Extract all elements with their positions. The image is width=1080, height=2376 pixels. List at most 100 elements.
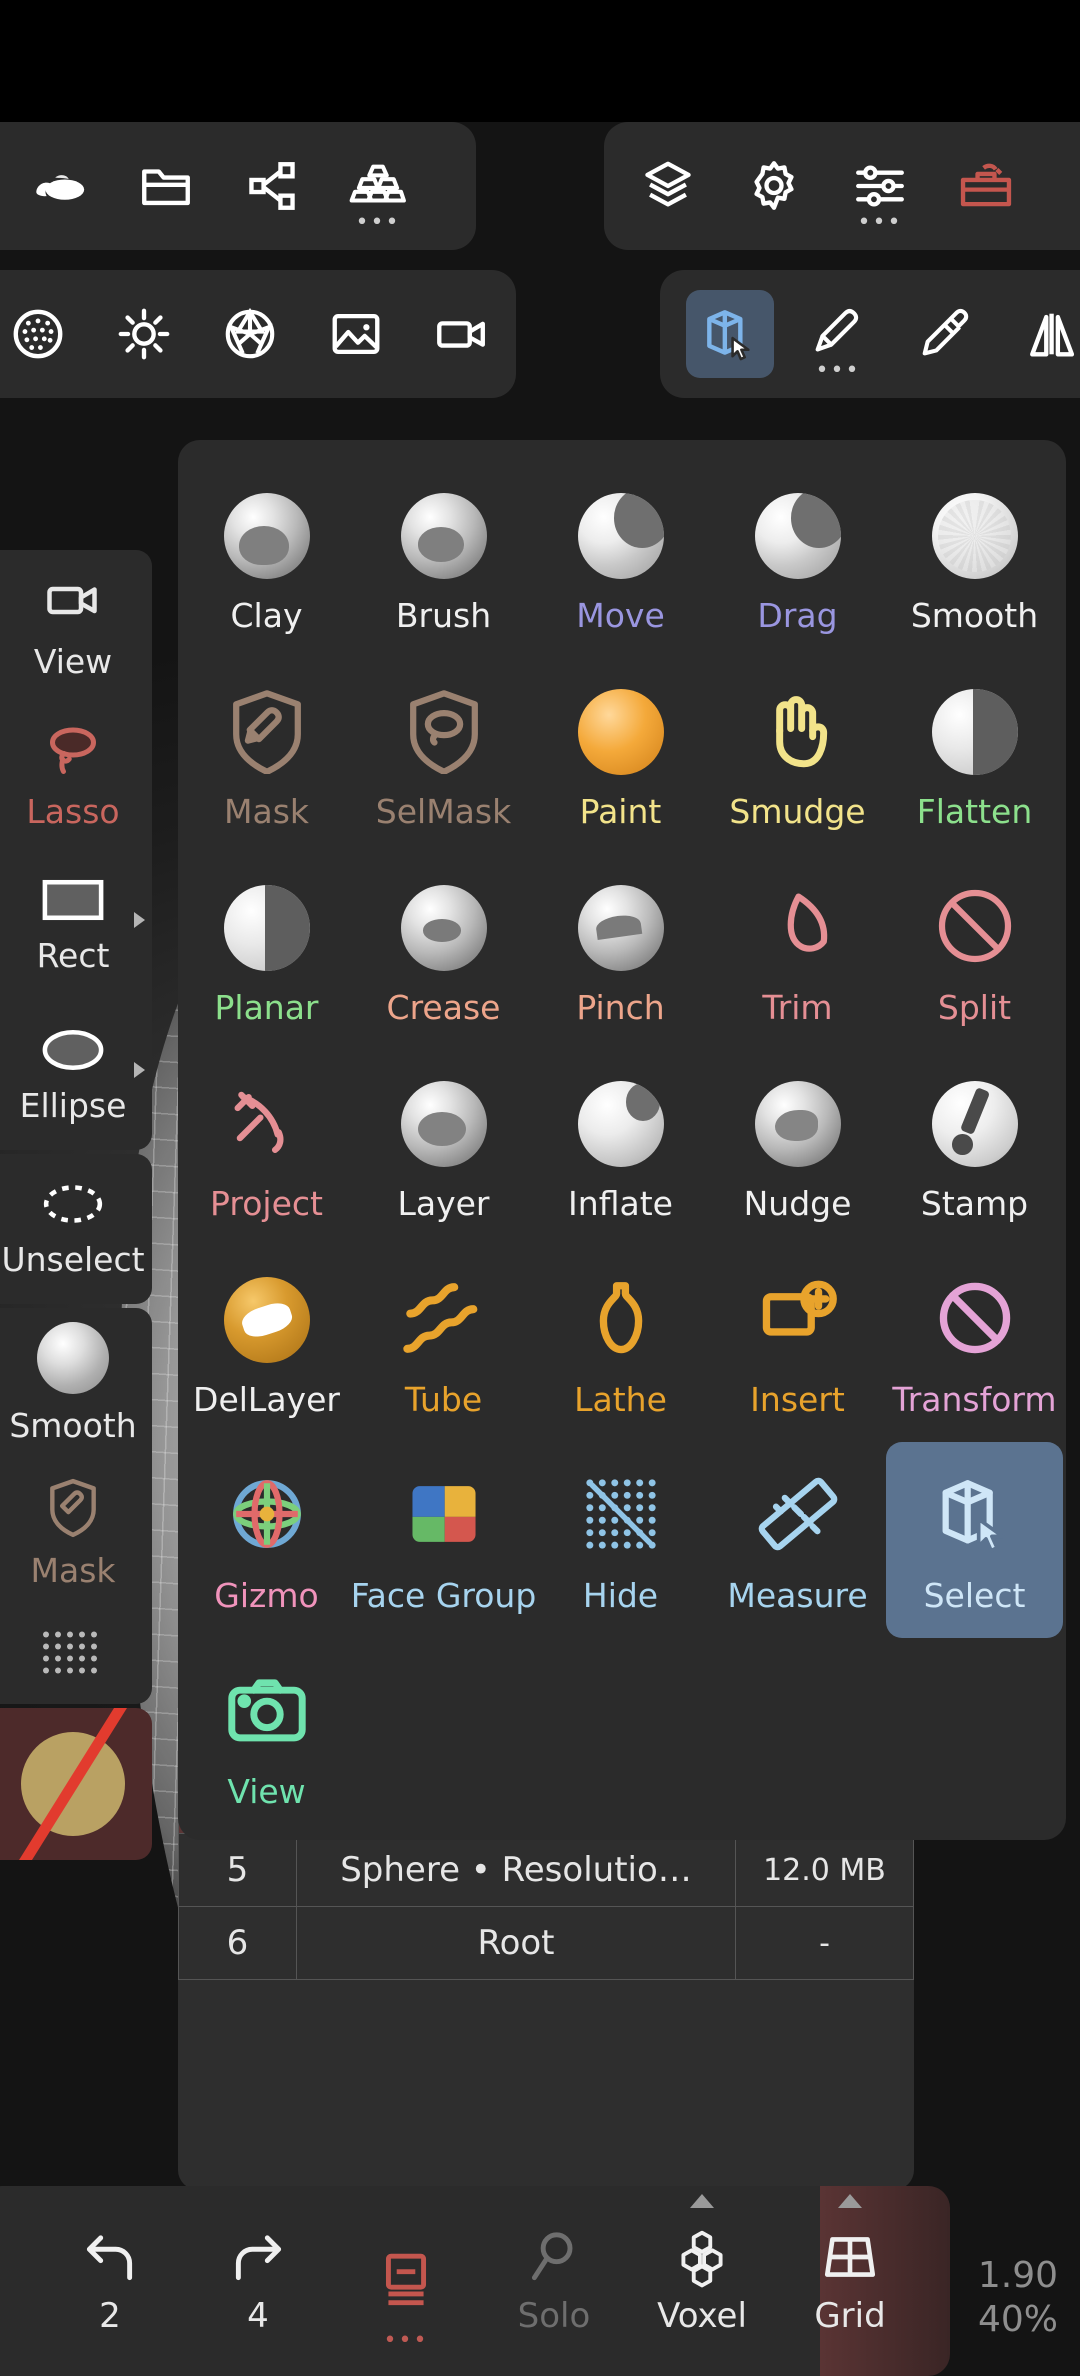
tool-nudge[interactable]: Nudge [709,1050,886,1246]
brush-stroke-icon[interactable]: ••• [794,290,882,382]
voxel-button[interactable]: Voxel [628,2186,776,2376]
tool-label: Transform [892,1380,1057,1419]
caret-up-icon[interactable] [690,2194,714,2208]
tool-label: Hide [582,1576,659,1615]
topology-icon[interactable]: ••• [334,142,422,234]
tool-gizmo[interactable]: Gizmo [178,1442,355,1638]
tool-label: Trim [762,988,833,1027]
display-toolbar [0,270,516,398]
dotted-square-icon [40,1627,106,1685]
background-image-icon[interactable] [312,290,400,378]
tool-tube[interactable]: Tube [355,1246,532,1442]
tool-trim[interactable]: Trim [709,854,886,1050]
voxel-label: Voxel [657,2296,747,2336]
row-size: 12.0 MB [735,1833,914,1907]
folder-icon[interactable] [122,142,210,230]
select-tool-icon[interactable] [686,290,774,378]
tool-label: Inflate [568,1184,673,1223]
sidebar-item-view[interactable]: View [0,550,152,700]
scene-button[interactable]: ••• [332,2186,480,2376]
tool-drag[interactable]: Drag [709,462,886,658]
more-dots-icon[interactable]: ••• [858,212,903,234]
share-icon[interactable] [228,142,316,230]
tool-paint[interactable]: Paint [532,658,709,854]
sidebar-item-smooth[interactable]: Smooth [0,1308,152,1458]
sidebar-item-mask[interactable]: Mask [0,1458,152,1608]
gear-icon[interactable] [730,142,818,230]
sidebar-item-label: View [33,641,113,681]
bottom-toolbar: 2 4 ••• Solo Voxel Grid 1.90 40% [0,2186,1080,2376]
tool-insert[interactable]: Insert [709,1246,886,1442]
sidebar-item-rect[interactable]: Rect [0,850,152,1000]
sidebar-item-lasso[interactable]: Lasso [0,700,152,850]
tool-planar[interactable]: Planar [178,854,355,1050]
more-dots-icon[interactable]: ••• [384,2330,429,2352]
tool-layer[interactable]: Layer [355,1050,532,1246]
camera-icon[interactable] [418,290,506,378]
postprocess-icon[interactable] [206,290,294,378]
undo-button[interactable]: 2 [36,2186,184,2376]
grid-label: Grid [814,2296,886,2336]
more-dots-icon[interactable]: ••• [816,360,861,382]
hide-dotted-icon [577,1462,665,1570]
tool-label: Tube [404,1380,483,1419]
table-row[interactable]: 5 Sphere • Resolutio… 12.0 MB [178,1833,914,1907]
sidebar-item-ellipse[interactable]: Ellipse [0,1000,152,1150]
tool-selmask[interactable]: SelMask [355,658,532,854]
sidebar-item-hide[interactable] [0,1608,152,1704]
tool-pinch[interactable]: Pinch [532,854,709,1050]
chevron-right-icon[interactable] [134,1062,145,1078]
falloff-icon[interactable] [902,290,990,378]
tool-split[interactable]: Split [886,854,1063,1050]
tool-select[interactable]: Select [886,1442,1063,1638]
tool-transform[interactable]: Transform [886,1246,1063,1442]
tool-face-group[interactable]: Face Group [351,1442,536,1638]
clay-sphere-icon [223,482,310,590]
solo-button[interactable]: Solo [480,2186,628,2376]
layers-icon[interactable] [624,142,712,230]
tool-label: Select [923,1576,1026,1615]
row-index: 6 [178,1906,297,1980]
tool-lathe[interactable]: Lathe [532,1246,709,1442]
tube-icon [400,1266,488,1374]
matcap-icon[interactable] [0,290,82,378]
tool-smooth[interactable]: Smooth [886,462,1063,658]
planar-sphere-icon [223,874,310,982]
brush-toolbar: ••• [660,270,1080,398]
row-name: Sphere • Resolutio… [296,1833,736,1907]
grid-button[interactable]: Grid [776,2186,924,2376]
tool-brush[interactable]: Brush [355,462,532,658]
tool-view[interactable]: View [178,1638,355,1834]
sliders-icon[interactable]: ••• [836,142,924,234]
rough-sphere-icon [37,1321,109,1398]
tool-move[interactable]: Move [532,462,709,658]
light-icon[interactable] [100,290,188,378]
tool-mask[interactable]: Mask [178,658,355,854]
sidebar-item-label: Unselect [1,1239,145,1279]
tool-palette: Clay Brush Move Drag Smooth Mask SelMask Paint S… [178,440,1066,1840]
toolbox-icon[interactable] [942,142,1030,230]
nomad-logo-icon[interactable] [16,142,104,230]
tool-label: Move [576,596,665,635]
chevron-right-icon[interactable] [134,912,145,928]
color-swatch-disabled[interactable] [0,1708,152,1860]
more-dots-icon[interactable]: ••• [356,212,401,234]
table-row[interactable]: 6 Root - [178,1906,914,1980]
symmetry-icon[interactable] [1010,290,1080,378]
tool-dellayer[interactable]: DelLayer [178,1246,355,1442]
tool-project[interactable]: Project [178,1050,355,1246]
undo-count: 2 [99,2296,121,2336]
tool-inflate[interactable]: Inflate [532,1050,709,1246]
tool-crease[interactable]: Crease [355,854,532,1050]
tool-stamp[interactable]: Stamp [886,1050,1063,1246]
redo-button[interactable]: 4 [184,2186,332,2376]
sidebar-item-unselect[interactable]: Unselect [0,1154,152,1304]
tool-clay[interactable]: Clay [178,462,355,658]
caret-up-icon[interactable] [838,2194,862,2208]
select-tool-icon [931,1462,1019,1570]
tool-label: Planar [214,988,319,1027]
tool-flatten[interactable]: Flatten [886,658,1063,854]
tool-smudge[interactable]: Smudge [709,658,886,854]
tool-hide[interactable]: Hide [532,1442,709,1638]
tool-measure[interactable]: Measure [709,1442,886,1638]
